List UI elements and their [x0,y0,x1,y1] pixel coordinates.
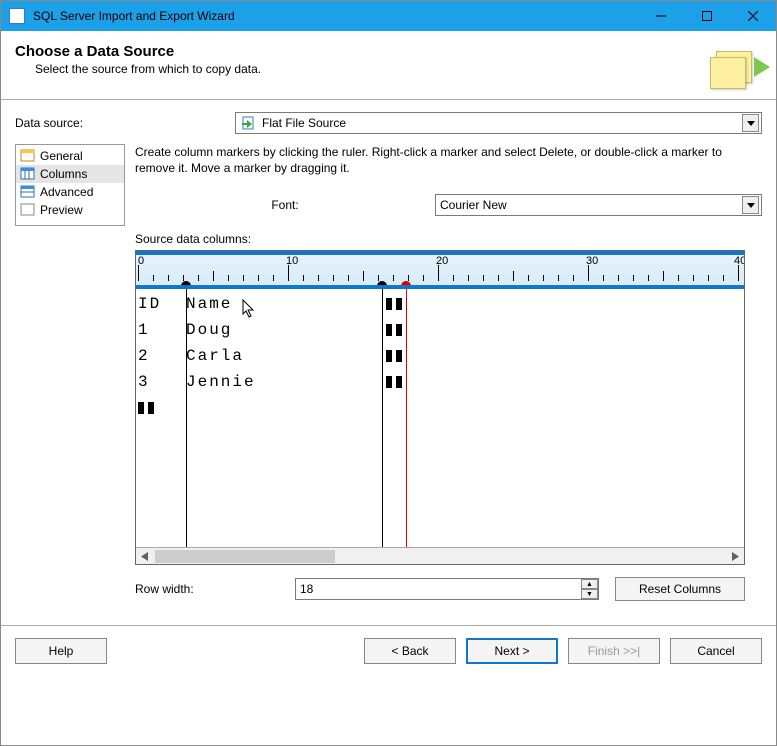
close-button[interactable] [730,1,776,31]
column-marker[interactable] [181,281,191,289]
next-button[interactable]: Next > [466,638,558,664]
reset-columns-button[interactable]: Reset Columns [615,577,745,601]
finish-button: Finish >>| [568,638,660,664]
data-source-label: Data source: [15,116,235,130]
wizard-header: Choose a Data Source Select the source f… [1,31,776,100]
spinner-up-icon[interactable]: ▲ [581,579,598,589]
columns-icon [20,167,36,181]
cancel-button[interactable]: Cancel [670,638,762,664]
ruler-tick-label: 30 [586,255,598,267]
row-width-label: Row width: [135,582,295,596]
ruler-tick-label: 10 [286,255,298,267]
column-divider[interactable] [382,289,383,547]
general-icon [20,149,36,163]
cell: ID [138,291,186,317]
sidebar-item-label: Columns [40,167,87,181]
back-button[interactable]: < Back [364,638,456,664]
app-icon [9,8,25,24]
font-label: Font: [135,198,435,212]
data-source-select[interactable]: Flat File Source [235,112,762,134]
source-columns-label: Source data columns: [135,232,762,246]
ruler-tick-label: 20 [436,255,448,267]
horizontal-scrollbar[interactable] [136,547,744,564]
sidebar-item-label: Advanced [40,185,93,199]
control-chars-icon [138,402,154,414]
column-preview[interactable]: 0 10 20 30 40 IDName1Doug2Carla3Jennie [135,250,745,565]
wizard-footer: Help < Back Next > Finish >>| Cancel [1,625,776,676]
column-marker[interactable] [377,281,387,289]
cell: Jennie [186,369,382,395]
row-width-value: 18 [300,582,313,596]
minimize-button[interactable] [638,1,684,31]
help-button[interactable]: Help [15,638,107,664]
column-divider[interactable] [186,289,187,547]
control-chars-icon [386,324,402,336]
preview-icon [20,203,36,217]
maximize-button[interactable] [684,1,730,31]
row-end-line [406,289,407,547]
ruler[interactable]: 0 10 20 30 40 [136,251,744,289]
title-bar: SQL Server Import and Export Wizard [1,1,776,31]
cell: 3 [138,369,186,395]
cell: 1 [138,317,186,343]
wizard-icon [710,43,762,91]
cell: Carla [186,343,382,369]
data-row: 1Doug [138,317,402,343]
data-row: 2Carla [138,343,402,369]
sidebar-item-label: General [40,149,83,163]
advanced-icon [20,185,36,199]
dropdown-arrow-icon[interactable] [742,114,759,132]
ruler-tick-label: 0 [138,255,144,267]
cell: 2 [138,343,186,369]
control-chars-icon [386,376,402,388]
scroll-right-icon[interactable] [727,549,744,564]
hint-text: Create column markers by clicking the ru… [135,144,735,176]
scroll-thumb[interactable] [155,550,335,563]
cell: Doug [186,317,382,343]
window-title: SQL Server Import and Export Wizard [33,9,638,23]
cell: Name [186,291,382,317]
dropdown-arrow-icon[interactable] [742,196,759,214]
spinner-down-icon[interactable]: ▼ [581,589,598,599]
sidebar-item-general[interactable]: General [16,147,124,165]
sidebar-item-advanced[interactable]: Advanced [16,183,124,201]
data-source-value: Flat File Source [262,116,346,130]
font-value: Courier New [440,198,507,212]
font-select[interactable]: Courier New [435,194,762,216]
data-row [138,395,402,421]
row-width-input[interactable]: 18 ▲ ▼ [295,578,599,600]
sidebar-item-preview[interactable]: Preview [16,201,124,219]
page-subtitle: Select the source from which to copy dat… [35,62,710,76]
pages-sidebar: General Columns Advanced Preview [15,144,125,226]
sidebar-item-columns[interactable]: Columns [16,165,124,183]
row-end-marker[interactable] [401,281,411,289]
ruler-tick-label: 40 [734,255,744,267]
control-chars-icon [386,350,402,362]
data-row: 3Jennie [138,369,402,395]
page-title: Choose a Data Source [15,43,710,60]
sidebar-item-label: Preview [40,203,83,217]
control-chars-icon [386,298,402,310]
data-row: IDName [138,291,402,317]
data-grid[interactable]: IDName1Doug2Carla3Jennie [136,289,744,547]
flat-file-icon [240,115,256,131]
scroll-left-icon[interactable] [136,549,153,564]
